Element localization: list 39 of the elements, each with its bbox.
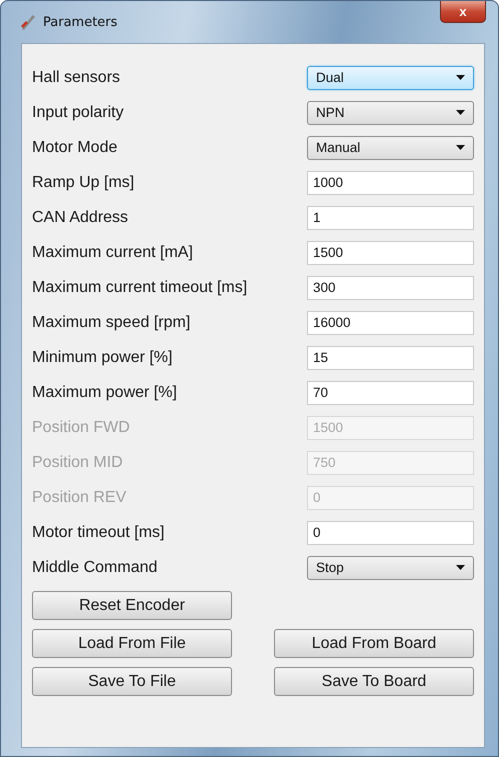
close-button[interactable]: x	[440, 1, 486, 23]
dropdown[interactable]: Stop	[307, 556, 474, 580]
dropdown[interactable]: Manual	[307, 136, 474, 160]
action-button[interactable]: Load From File	[32, 629, 232, 658]
field-label: Position FWD	[32, 418, 130, 436]
field-label: Motor timeout [ms]	[32, 524, 164, 542]
field-label: Motor Mode	[32, 138, 118, 156]
action-button[interactable]: Reset Encoder	[32, 591, 232, 620]
input-field[interactable]: 1	[307, 206, 474, 230]
field-label: Position REV	[32, 488, 126, 506]
input-field[interactable]: 16000	[307, 310, 474, 334]
field-label: Maximum current [mA]	[32, 244, 193, 262]
window-title: Parameters	[43, 15, 118, 30]
action-button[interactable]: Load From Board	[274, 629, 474, 658]
dropdown[interactable]: NPN	[307, 100, 474, 124]
caret-icon	[456, 565, 465, 570]
field-label: CAN Address	[32, 208, 128, 226]
field-label: Input polarity	[32, 104, 124, 122]
input-field[interactable]: 15	[307, 346, 474, 370]
caret-icon	[456, 110, 465, 115]
action-button[interactable]: Save To Board	[274, 667, 474, 696]
field-label: Minimum power [%]	[32, 348, 172, 366]
field-label: Ramp Up [ms]	[32, 174, 134, 192]
field-label: Position MID	[32, 454, 123, 472]
action-button[interactable]: Save To File	[32, 667, 232, 696]
field-label: Middle Command	[32, 558, 158, 576]
input-field[interactable]: 0	[307, 520, 474, 544]
field-label: Hall sensors	[32, 68, 120, 86]
caret-icon	[456, 75, 465, 80]
wrench-screwdriver-icon	[19, 13, 37, 31]
dropdown[interactable]: Dual	[307, 66, 474, 90]
input-field[interactable]: 300	[307, 276, 474, 300]
input-field[interactable]: 1000	[307, 170, 474, 194]
caret-icon	[456, 145, 465, 150]
field-label: Maximum current timeout [ms]	[32, 278, 248, 296]
field-label: Maximum speed [rpm]	[32, 314, 190, 332]
field-label: Maximum power [%]	[32, 384, 177, 402]
input-field[interactable]: 70	[307, 380, 474, 404]
input-field[interactable]: 1500	[307, 240, 474, 264]
